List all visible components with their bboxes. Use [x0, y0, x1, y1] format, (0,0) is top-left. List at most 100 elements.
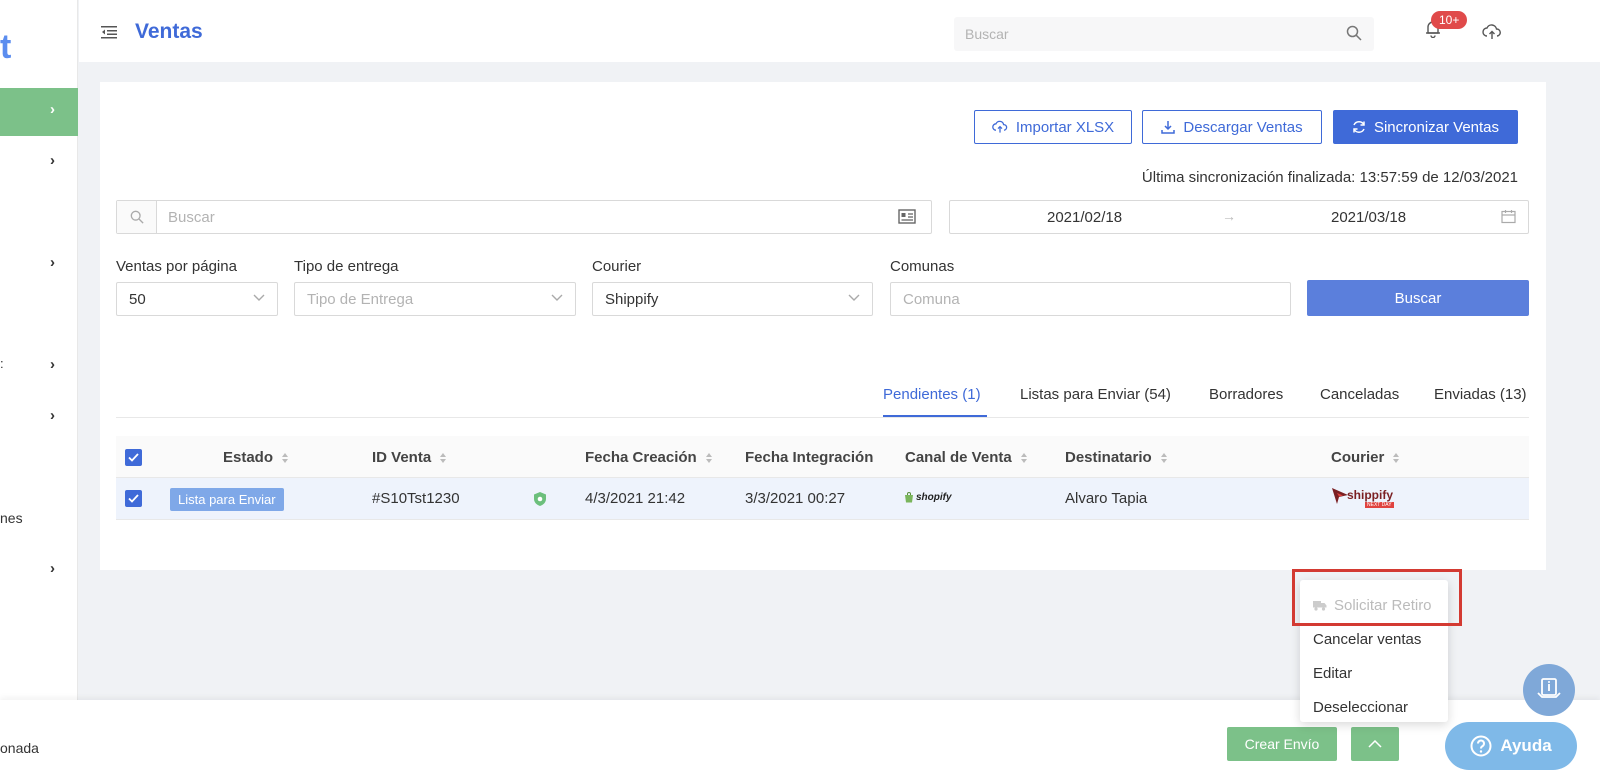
- tab-enviadas[interactable]: Enviadas (13): [1434, 386, 1527, 403]
- sales-card: Importar XLSX Descargar Ventas Sincroniz…: [100, 82, 1546, 570]
- menu-item-edit[interactable]: Editar: [1313, 665, 1352, 682]
- chevron-right-icon[interactable]: ›: [50, 254, 62, 271]
- shield-icon: [534, 492, 546, 506]
- import-xlsx-button[interactable]: Importar XLSX: [974, 110, 1132, 144]
- tab-canceladas[interactable]: Canceladas: [1320, 386, 1399, 403]
- download-sales-label: Descargar Ventas: [1183, 118, 1303, 136]
- chevron-right-icon[interactable]: ›: [50, 356, 62, 373]
- table-row[interactable]: Lista para Enviar #S10Tst1230 4/3/2021 2…: [116, 478, 1529, 520]
- chevron-down-icon: [848, 294, 860, 301]
- sort-icon[interactable]: [1392, 452, 1400, 464]
- check-icon: [128, 453, 139, 462]
- id-card-icon[interactable]: [898, 209, 916, 224]
- chevron-right-icon[interactable]: ›: [50, 560, 62, 577]
- chevron-up-icon: [1368, 740, 1382, 748]
- sync-sales-button[interactable]: Sincronizar Ventas: [1333, 110, 1518, 144]
- per-page-label: Ventas por página: [116, 258, 237, 275]
- tab-listas-para-enviar[interactable]: Listas para Enviar (54): [1020, 386, 1171, 403]
- more-actions-button[interactable]: [1351, 727, 1399, 761]
- select-all-checkbox[interactable]: [125, 449, 142, 466]
- menu-item-deselect[interactable]: Deseleccionar: [1313, 699, 1408, 716]
- chevron-down-icon: [253, 294, 265, 301]
- integration-date: 3/3/2021 00:27: [745, 490, 846, 507]
- chevron-right-icon[interactable]: ›: [50, 152, 62, 169]
- delivery-type-placeholder: Tipo de Entrega: [307, 291, 414, 308]
- sort-icon[interactable]: [439, 452, 447, 464]
- sidebar-item-active[interactable]: ›: [0, 88, 78, 136]
- sync-sales-label: Sincronizar Ventas: [1373, 118, 1500, 136]
- last-sync-text: Última sincronización finalizada: 13:57:…: [1141, 169, 1518, 186]
- sync-icon: [1353, 121, 1365, 133]
- column-canal-de-venta[interactable]: Canal de Venta: [905, 449, 1028, 466]
- column-estado[interactable]: Estado: [223, 449, 289, 466]
- sidebar-item-label[interactable]: nes: [0, 510, 23, 526]
- sale-id[interactable]: #S10Tst1230: [372, 490, 460, 507]
- create-shipment-button[interactable]: Crear Envío: [1227, 727, 1337, 761]
- courier-tagline: NEXT DAY: [1365, 502, 1394, 508]
- sort-icon[interactable]: [1160, 452, 1168, 464]
- column-destinatario[interactable]: Destinatario: [1065, 449, 1168, 466]
- status-badge: Lista para Enviar: [170, 488, 284, 511]
- sort-icon[interactable]: [281, 452, 289, 464]
- recipient-name: Alvaro Tapia: [1065, 490, 1148, 507]
- header-search-placeholder: Buscar: [965, 26, 1009, 42]
- table-header: Estado ID Venta Fecha Creación Fecha Int…: [116, 436, 1529, 478]
- header-search-input[interactable]: Buscar: [954, 17, 1374, 51]
- sidebar-fragment: :: [0, 356, 4, 371]
- filter-search-button[interactable]: Buscar: [1307, 280, 1529, 316]
- import-xlsx-label: Importar XLSX: [1015, 118, 1115, 136]
- date-to[interactable]: 2021/03/18: [1331, 209, 1406, 226]
- column-fecha-creacion-label: Fecha Creación: [585, 449, 697, 466]
- courier-name: shippify: [1347, 488, 1394, 502]
- comuna-input[interactable]: Comuna: [890, 282, 1291, 316]
- sort-icon[interactable]: [705, 452, 713, 464]
- delivery-type-select[interactable]: Tipo de Entrega: [294, 282, 576, 316]
- highlight-box: [1292, 569, 1462, 626]
- shopify-logo: shopify: [904, 492, 952, 503]
- active-tab-indicator: [883, 415, 987, 417]
- row-checkbox[interactable]: [125, 490, 142, 507]
- menu-fold-icon[interactable]: [101, 25, 117, 39]
- brand-logo[interactable]: t: [0, 28, 11, 67]
- sales-search-placeholder: Buscar: [168, 209, 215, 226]
- column-destinatario-label: Destinatario: [1065, 449, 1152, 466]
- help-button[interactable]: Ayuda: [1445, 722, 1577, 770]
- per-page-select[interactable]: 50: [116, 282, 278, 316]
- column-fecha-creacion[interactable]: Fecha Creación: [585, 449, 713, 466]
- status-tabs: Pendientes (1) Listas para Enviar (54) B…: [116, 370, 1529, 418]
- date-range-picker[interactable]: 2021/02/18 → 2021/03/18: [949, 200, 1529, 234]
- menu-item-cancel-sales[interactable]: Cancelar ventas: [1313, 631, 1421, 648]
- floating-info-button[interactable]: [1523, 664, 1575, 716]
- comuna-placeholder: Comuna: [903, 291, 960, 308]
- courier-value: Shippify: [605, 291, 659, 308]
- sales-channel: shopify: [916, 492, 952, 503]
- column-fecha-integracion[interactable]: Fecha Integración: [745, 449, 873, 466]
- column-id-venta-label: ID Venta: [372, 449, 432, 466]
- shopify-bag-icon: [905, 492, 913, 503]
- arrow-right-icon: →: [1222, 208, 1236, 224]
- column-courier[interactable]: Courier: [1331, 449, 1400, 466]
- chevron-right-icon[interactable]: ›: [50, 407, 62, 424]
- column-fecha-integracion-label: Fecha Integración: [745, 449, 874, 466]
- creation-date: 4/3/2021 21:42: [585, 490, 686, 507]
- cloud-upload-icon: [992, 120, 1008, 133]
- download-icon: [1161, 121, 1176, 134]
- column-canal-de-venta-label: Canal de Venta: [905, 449, 1012, 466]
- notification-badge: 10+: [1431, 11, 1468, 29]
- comunas-label: Comunas: [890, 258, 955, 275]
- tab-pendientes[interactable]: Pendientes (1): [883, 386, 981, 403]
- column-estado-label: Estado: [223, 449, 274, 466]
- column-id-venta[interactable]: ID Venta: [372, 449, 447, 466]
- search-icon[interactable]: [1346, 25, 1362, 41]
- delivery-type-label: Tipo de entrega: [294, 258, 399, 275]
- courier-select[interactable]: Shippify: [592, 282, 873, 316]
- sales-search-input[interactable]: Buscar: [116, 200, 932, 234]
- date-from[interactable]: 2021/02/18: [1047, 209, 1122, 226]
- sidebar: t › › › : › › nes ›: [0, 0, 78, 700]
- cloud-upload-icon[interactable]: [1482, 24, 1502, 40]
- sort-icon[interactable]: [1020, 452, 1028, 464]
- chevron-right-icon: ›: [50, 101, 55, 118]
- tab-borradores[interactable]: Borradores: [1209, 386, 1283, 403]
- download-sales-button[interactable]: Descargar Ventas: [1142, 110, 1322, 144]
- calendar-icon: [1501, 210, 1516, 224]
